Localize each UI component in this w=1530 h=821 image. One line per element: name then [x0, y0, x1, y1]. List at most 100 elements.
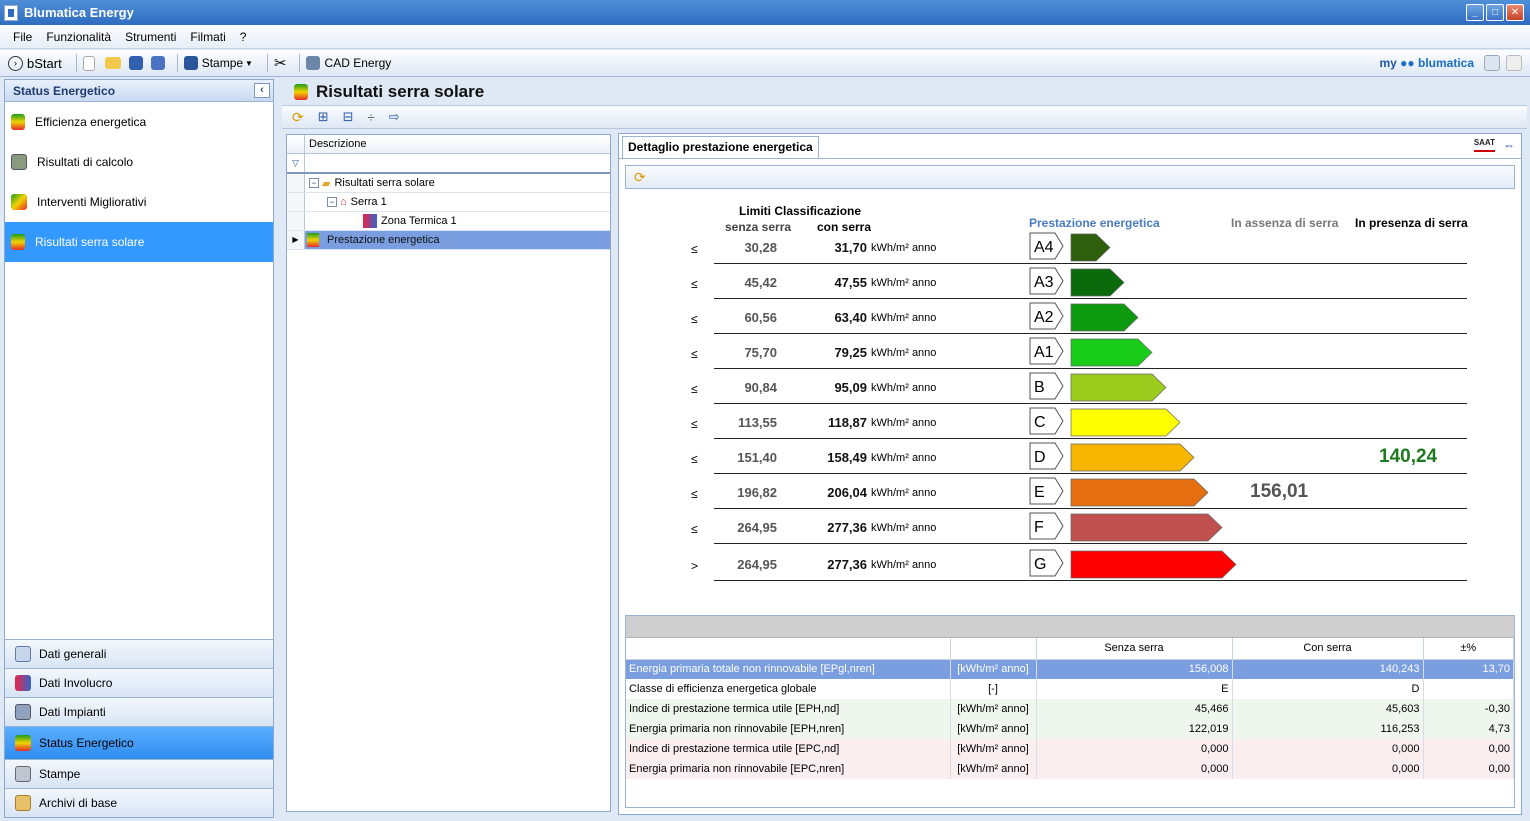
table-row[interactable]: Energia primaria totale non rinnovabile …: [626, 659, 1514, 679]
col-unit[interactable]: [950, 638, 1037, 660]
limit-senza-serra: 151,40: [737, 450, 777, 465]
sidebar-item-efficienza[interactable]: Efficienza energetica: [5, 102, 273, 142]
tools-icon[interactable]: ✂: [274, 54, 287, 72]
energy-label-icon: [11, 234, 25, 250]
filter-input[interactable]: [305, 154, 610, 172]
class-label-box: A2: [1029, 302, 1064, 330]
limit-con-serra: 95,09: [834, 380, 867, 395]
limit-con-serra: 206,04: [827, 485, 867, 500]
open-folder-icon[interactable]: [104, 57, 121, 69]
table-row[interactable]: Indice di prestazione termica utile [EPH…: [626, 699, 1514, 719]
col-con-serra[interactable]: Con serra: [1232, 638, 1424, 660]
menu-filmati[interactable]: Filmati: [190, 30, 225, 44]
table-row[interactable]: Indice di prestazione termica utile [EPC…: [626, 739, 1514, 759]
table-cell: E: [1036, 679, 1233, 699]
table-row[interactable]: Energia primaria non rinnovabile [EPH,nr…: [626, 719, 1514, 739]
unit-label: kWh/m² anno: [871, 522, 937, 534]
sidebar-item-serra-solare[interactable]: Risultati serra solare: [5, 222, 273, 262]
tree-toolbar: ⟳ ⊞ ⊟ ÷ ⇨: [282, 105, 1527, 129]
filter-icon[interactable]: ▽: [287, 154, 305, 172]
house-icon: [15, 646, 31, 662]
column-descrizione[interactable]: Descrizione: [305, 135, 366, 153]
table-cell: [kWh/m² anno]: [950, 759, 1037, 779]
limit-senza-serra: 90,84: [744, 380, 777, 395]
nav-dati-generali[interactable]: Dati generali: [5, 639, 273, 668]
table-cell: D: [1232, 679, 1424, 699]
energy-class-row: ≤151,40 158,49 kWh/m² anno D 140,24: [619, 439, 1521, 474]
limit-con-serra: 158,49: [827, 450, 867, 465]
results-table: Senza serra Con serra ±% Energia primari…: [626, 638, 1514, 779]
menu-funzionalita[interactable]: Funzionalità: [46, 30, 111, 44]
tree-row[interactable]: ▶ Prestazione energetica: [287, 231, 610, 250]
stampe-dropdown[interactable]: Stampe ▼: [183, 56, 253, 70]
saat-icon[interactable]: SAAT: [1473, 138, 1495, 152]
col-delta-percent[interactable]: ±%: [1423, 638, 1514, 660]
col-senza-serra[interactable]: Senza serra: [1036, 638, 1233, 660]
class-arrow: [1070, 338, 1153, 367]
refresh-icon[interactable]: ⟳: [634, 169, 646, 186]
menu-file[interactable]: File: [13, 30, 32, 44]
collapse-node-icon[interactable]: −: [327, 197, 337, 207]
play-circle-icon: ›: [8, 55, 23, 71]
notes-icon[interactable]: [1506, 55, 1522, 71]
limit-senza-serra: 75,70: [744, 345, 777, 360]
maximize-button[interactable]: □: [1486, 4, 1504, 21]
collapse-node-icon[interactable]: −: [309, 178, 319, 188]
class-label-text: C: [1034, 414, 1046, 431]
menu-help[interactable]: ?: [240, 30, 247, 44]
thermal-zone-icon: [363, 214, 377, 228]
grid-group-panel: [626, 616, 1514, 638]
table-row[interactable]: Energia primaria non rinnovabile [EPC,nr…: [626, 759, 1514, 779]
brand-logo: my ●● blumatica: [1379, 56, 1474, 70]
class-label-text: A1: [1034, 344, 1054, 361]
limit-con-serra: 277,36: [827, 557, 867, 572]
menu-strumenti[interactable]: Strumenti: [125, 30, 176, 44]
bstart-button[interactable]: › bStart: [8, 55, 62, 71]
operator-label: ≤: [691, 242, 698, 256]
class-arrow: [1070, 373, 1167, 402]
brand-circle-icon: ●●: [1400, 56, 1415, 70]
close-button[interactable]: ✕: [1506, 4, 1524, 21]
envelope-icon: [15, 675, 31, 691]
sidebar-item-risultati-calcolo[interactable]: Risultati di calcolo: [5, 142, 273, 182]
nav-archivi[interactable]: Archivi di base: [5, 788, 273, 817]
energy-class-chart: Limiti Classificazione senza serra con s…: [619, 194, 1521, 614]
export-icon[interactable]: ⇨: [389, 109, 400, 125]
cad-energy-button[interactable]: CAD Energy: [305, 56, 391, 70]
limit-con-serra: 31,70: [834, 240, 867, 255]
tree-row[interactable]: − ▰ Risultati serra solare: [287, 174, 610, 193]
save-icon[interactable]: [128, 56, 143, 70]
nav-status-energetico[interactable]: Status Energetico: [5, 726, 273, 759]
value-presenza-serra: 140,24: [1379, 446, 1438, 467]
user-add-icon[interactable]: [1484, 55, 1500, 71]
table-cell: [kWh/m² anno]: [950, 739, 1037, 759]
tree-row[interactable]: Zona Termica 1: [287, 212, 610, 231]
class-label-text: B: [1034, 379, 1045, 396]
table-row[interactable]: Classe di efficienza energetica globale[…: [626, 679, 1514, 699]
class-arrow: [1070, 443, 1195, 472]
table-cell: [kWh/m² anno]: [950, 719, 1037, 739]
minimize-button[interactable]: _: [1466, 4, 1484, 21]
class-label-box: G: [1029, 549, 1064, 577]
expand-all-icon[interactable]: ⊞: [318, 109, 329, 125]
energy-class-row: >264,95 277,36 kWh/m² anno G: [619, 546, 1521, 581]
tree-row[interactable]: − ⌂ Serra 1: [287, 193, 610, 212]
fit-width-icon[interactable]: ⇔: [1503, 138, 1515, 152]
split-icon[interactable]: ÷: [368, 110, 375, 125]
tab-dettaglio[interactable]: Dettaglio prestazione energetica: [622, 136, 819, 158]
table-cell: 0,00: [1423, 759, 1514, 779]
nav-stampe[interactable]: Stampe: [5, 759, 273, 788]
collapse-all-icon[interactable]: ⊟: [343, 109, 354, 125]
save-all-icon[interactable]: [150, 56, 165, 70]
table-cell: [kWh/m² anno]: [950, 699, 1037, 719]
nav-dati-involucro[interactable]: Dati Involucro: [5, 668, 273, 697]
col-descrizione[interactable]: [626, 638, 951, 660]
collapse-panel-button[interactable]: ‹: [254, 83, 270, 98]
nav-dati-impianti[interactable]: Dati Impianti: [5, 697, 273, 726]
header-assenza-serra: In assenza di serra: [1231, 216, 1339, 230]
tree-filter-row: ▽: [287, 154, 610, 174]
sidebar-item-interventi[interactable]: Interventi Migliorativi: [5, 182, 273, 222]
table-cell: 0,000: [1036, 739, 1233, 759]
new-file-icon[interactable]: [82, 55, 95, 71]
refresh-icon[interactable]: ⟳: [292, 109, 304, 126]
